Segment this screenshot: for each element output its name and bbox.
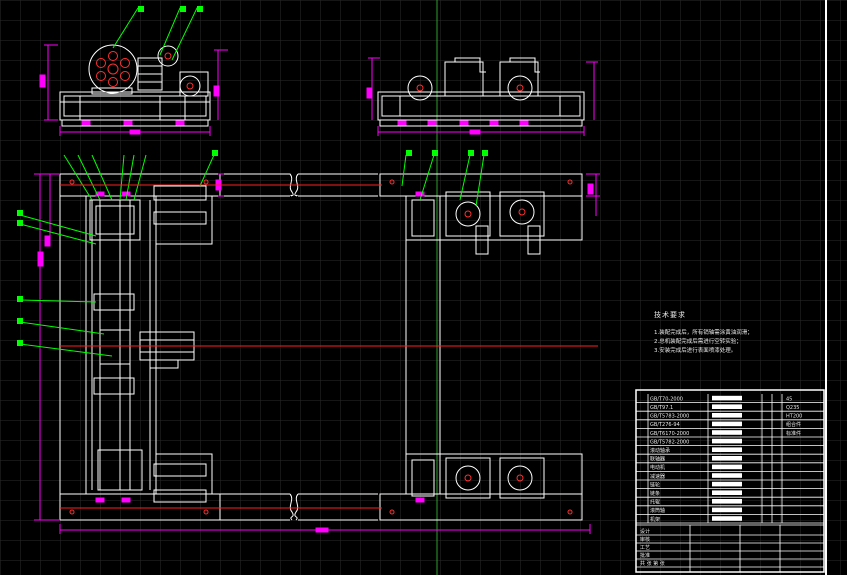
title-block-row-text: 联轴器: [650, 456, 665, 463]
title-block-row-text: 滚筒轴: [650, 507, 665, 514]
title-block-material: 组合件: [786, 421, 801, 428]
title-block-label: 审核: [640, 536, 650, 543]
title-block-material: HT200: [786, 414, 802, 420]
tech-note: 2.总机装配完成后需进行空转实验；: [654, 339, 742, 345]
title-block-fill: [712, 404, 742, 409]
title-block-fill: [712, 438, 742, 444]
title-block-row-text: GB/T276-94: [650, 422, 680, 428]
title-block-label: 设计: [640, 528, 650, 535]
title-block-material: 45: [786, 396, 792, 402]
title-block-fill: [712, 395, 742, 401]
cad-drawing-canvas: GB/T70-2000 45 GB/T97.1 Q235 GB/T5783-2000 HT…: [0, 0, 847, 575]
title-block-row-text: 电动机: [650, 464, 665, 471]
title-block-row-text: 链条: [650, 490, 660, 497]
title-block-fill: [712, 464, 742, 470]
title-block-fill: [712, 456, 742, 461]
title-block-fill: [712, 413, 742, 418]
title-block-row-text: GB/T5782-2000: [650, 439, 689, 445]
title-block-row-text: 托辊: [650, 499, 660, 506]
title-block-label: 工艺: [640, 545, 650, 551]
title-block-row-text: 链轮: [650, 481, 660, 488]
title-block-fill: [712, 516, 742, 521]
title-block-fill: [712, 499, 742, 504]
title-block-fill: [712, 490, 742, 495]
title-block-row-text: 机架: [650, 516, 660, 523]
title-block-fill: [712, 447, 742, 452]
title-block-label: 共 张 第 张: [640, 560, 665, 567]
title-block-row-text: GB/T6170-2000: [650, 431, 689, 437]
title-block-fill: [712, 481, 742, 487]
title-block-row-text: GB/T5783-2000: [650, 414, 689, 420]
title-block-fill: [712, 507, 742, 513]
title-block-row-text: 滚动轴承: [650, 447, 670, 454]
title-block-material: Q235: [786, 405, 799, 411]
title-block-material: 标准件: [786, 430, 801, 437]
tech-requirements-title: 技术要求: [654, 311, 686, 319]
title-block-row-text: GB/T70-2000: [650, 396, 683, 402]
title-block-row-text: GB/T97.1: [650, 405, 673, 411]
tech-note: 1.装配完成后，所有销轴需涂黄油润滑；: [654, 330, 753, 336]
tech-note: 3.安装完成后进行表面喷漆处理。: [654, 348, 737, 354]
title-block-row-text: 减速器: [650, 473, 665, 480]
title-block-fill: [712, 421, 742, 427]
title-block-fill: [712, 473, 742, 478]
title-block-fill: [712, 430, 742, 435]
title-block-label: 批准: [640, 552, 650, 559]
